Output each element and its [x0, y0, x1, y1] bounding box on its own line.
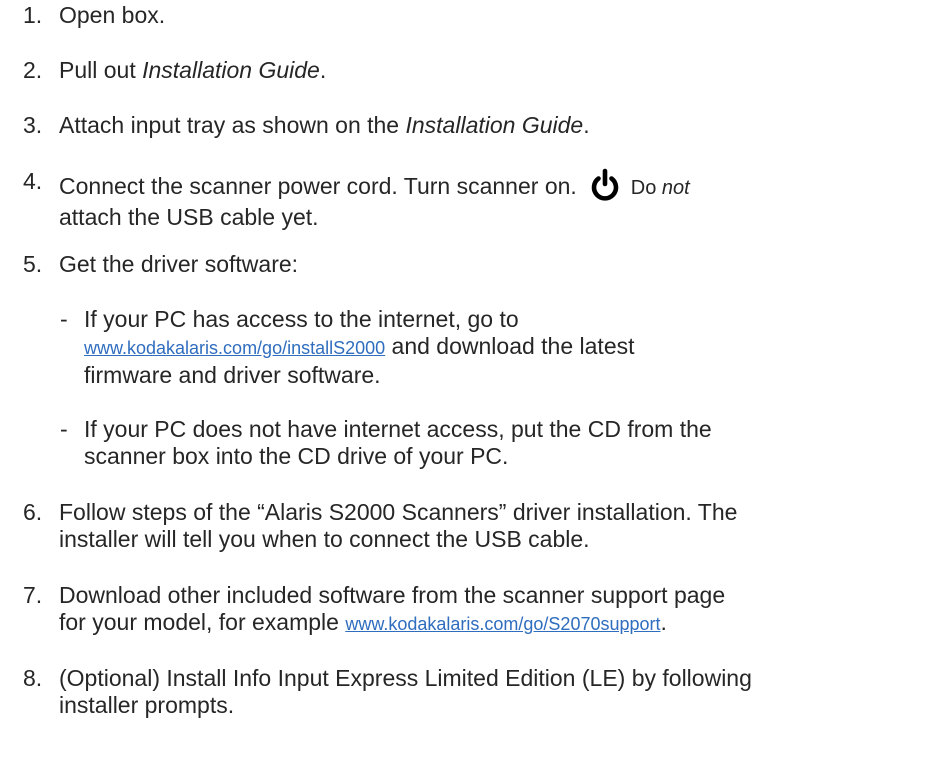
substep-post: and download the latest [385, 333, 635, 359]
substep-text: If your PC has access to the internet, g… [84, 306, 930, 389]
substep-1: - If your PC has access to the internet,… [60, 306, 930, 389]
substep-line3: firmware and driver software. [84, 362, 381, 388]
step-text: Pull out Installation Guide. [59, 57, 933, 84]
step-2: 2. Pull out Installation Guide. [23, 57, 933, 84]
step-text-line2: attach the USB cable yet. [59, 204, 319, 230]
step-text-pre: Attach input tray as shown on the [59, 112, 406, 138]
step-text-emphasis: not [661, 177, 690, 199]
step-text: Get the driver software: [59, 251, 299, 277]
install-link[interactable]: www.kodakalaris.com/go/installS2000 [84, 338, 385, 358]
substep-dash: - [60, 416, 68, 442]
step-number: 5. [23, 251, 43, 277]
step-number: 2. [23, 57, 43, 83]
step-6: 6. Follow steps of the “Alaris S2000 Sca… [23, 499, 933, 553]
substep-line2: scanner box into the CD drive of your PC… [84, 443, 509, 469]
step-5: 5. Get the driver software: [23, 251, 933, 278]
step-number: 7. [23, 582, 43, 608]
substep-line1: If your PC does not have internet access… [84, 416, 712, 442]
support-link[interactable]: www.kodakalaris.com/go/S2070support [345, 614, 660, 634]
step-text-line2: installer prompts. [59, 692, 235, 718]
step-text-post: . [319, 57, 327, 83]
step-text-pre: Pull out [59, 57, 143, 83]
step-text-post: . [660, 609, 667, 635]
installation-steps: 1. Open box. 2. Pull out Installation Gu… [0, 0, 940, 764]
step-text-line2: installer will tell you when to connect … [59, 526, 590, 552]
step-text-emphasis: Installation Guide [142, 57, 320, 83]
step-text: Follow steps of the “Alaris S2000 Scanne… [59, 499, 933, 553]
substep-text: If your PC does not have internet access… [84, 416, 930, 470]
step-text-line1: Follow steps of the “Alaris S2000 Scanne… [59, 499, 738, 525]
step-number: 8. [23, 665, 43, 691]
substep-dash: - [60, 306, 68, 332]
step-number: 1. [23, 2, 43, 28]
step-text: Connect the scanner power cord. Turn sca… [59, 168, 933, 231]
step-4: 4. Connect the scanner power cord. Turn … [23, 168, 933, 231]
step-text-line1: (Optional) Install Info Input Express Li… [59, 665, 752, 691]
step-number: 4. [23, 168, 43, 194]
substep-2: - If your PC does not have internet acce… [60, 416, 930, 470]
step-text-post: . [583, 112, 590, 138]
step-text-line1: Download other included software from th… [59, 582, 726, 608]
step-text-emphasis: Installation Guide [405, 112, 584, 138]
step-8: 8. (Optional) Install Info Input Express… [23, 665, 933, 719]
step-number: 3. [23, 112, 43, 138]
step-text-do: Do [630, 177, 662, 199]
step-7: 7. Download other included software from… [23, 582, 933, 638]
step-text: (Optional) Install Info Input Express Li… [59, 665, 933, 719]
step-1: 1. Open box. [23, 2, 933, 29]
step-3: 3. Attach input tray as shown on the Ins… [23, 112, 933, 139]
substep-line1: If your PC has access to the internet, g… [84, 306, 519, 332]
step-text: Open box. [59, 2, 166, 28]
step-text: Attach input tray as shown on the Instal… [59, 112, 933, 139]
step-text-pre: Connect the scanner power cord. Turn sca… [59, 173, 577, 199]
step-text-pre: for your model, for example [59, 609, 346, 635]
step-number: 6. [23, 499, 43, 525]
step-text: Download other included software from th… [59, 582, 933, 638]
power-icon [589, 168, 621, 204]
